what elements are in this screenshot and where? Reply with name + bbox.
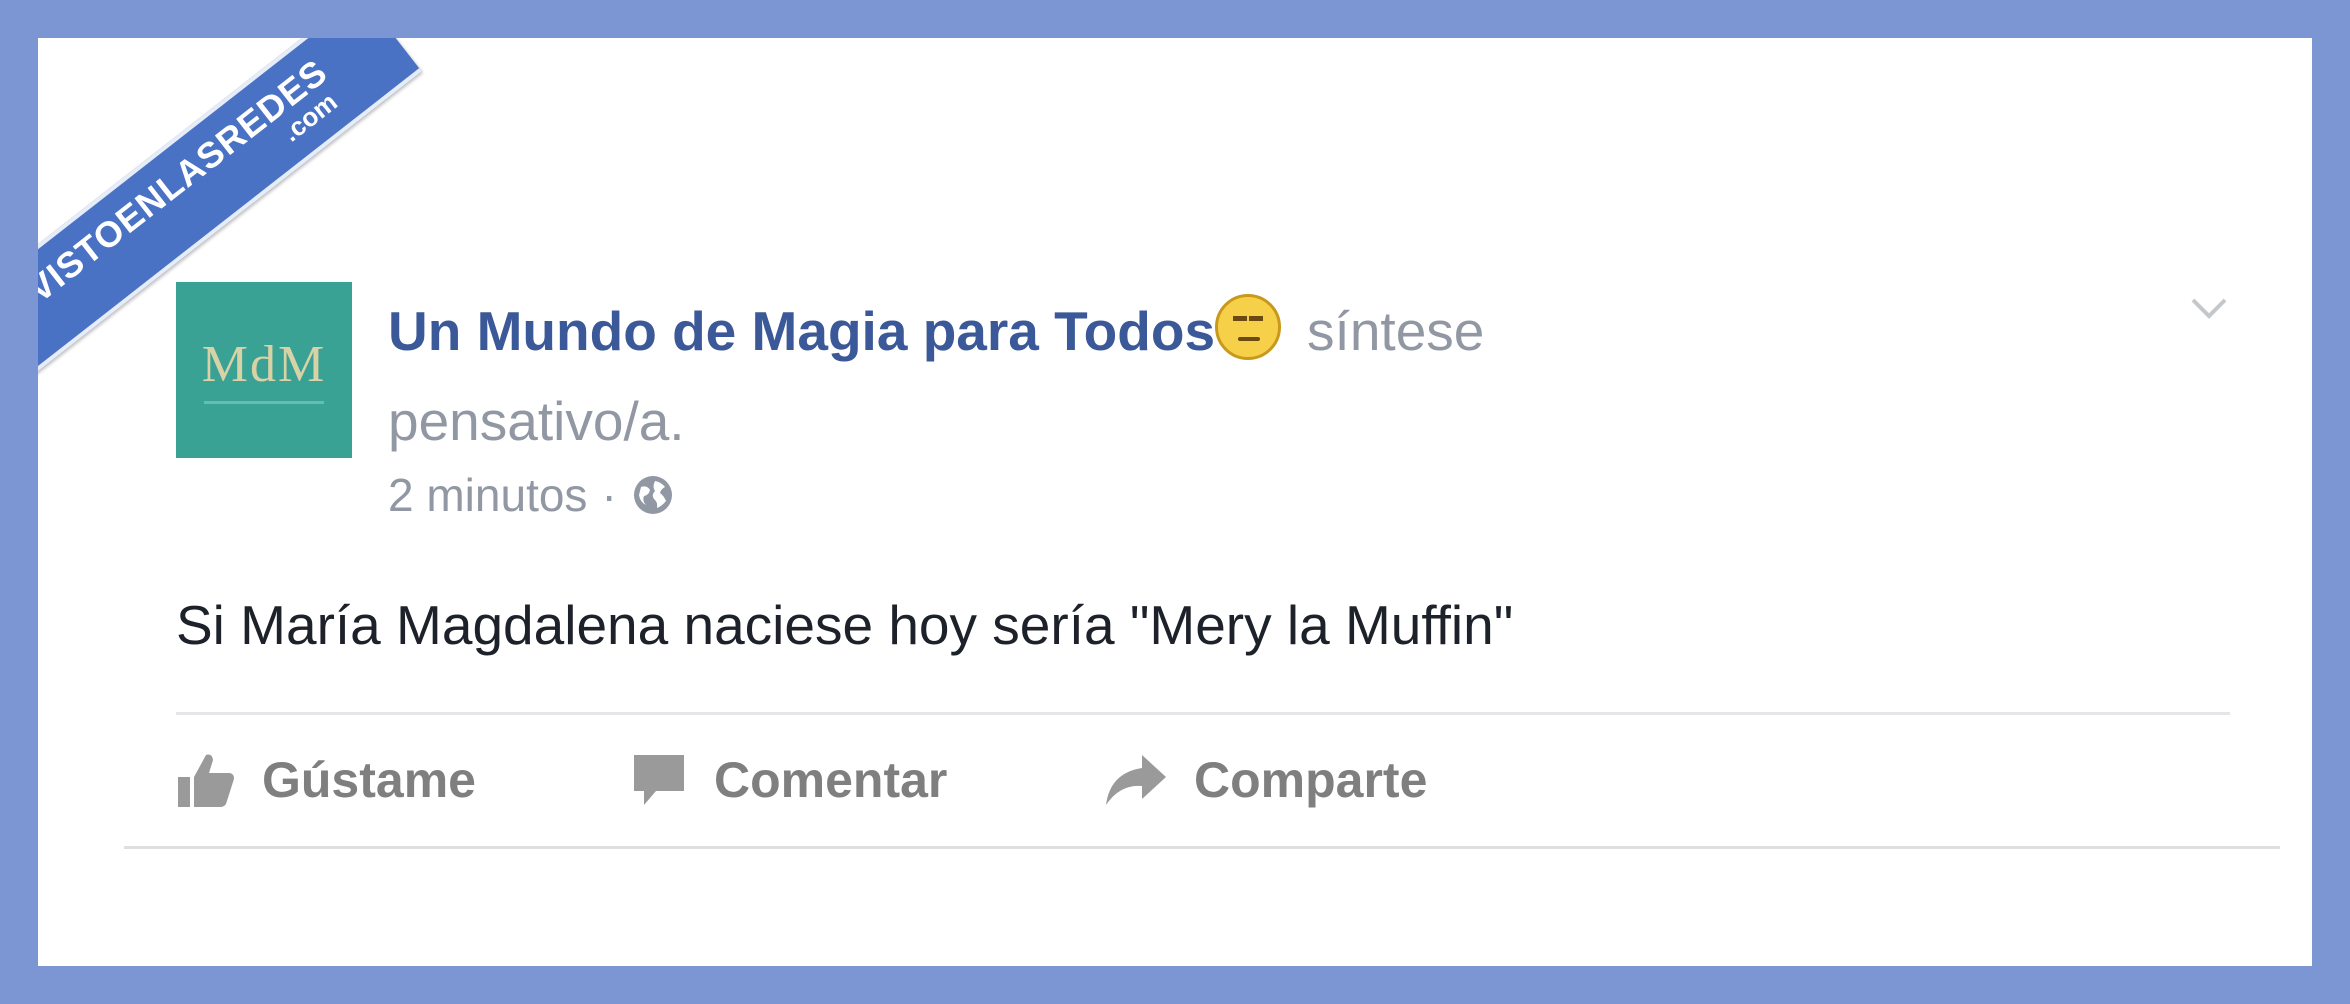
thumbs-up-icon bbox=[178, 754, 234, 807]
bottom-divider bbox=[124, 846, 2280, 849]
avatar-logo-line bbox=[204, 400, 324, 404]
meta-separator: · bbox=[601, 469, 617, 521]
share-arrow-icon bbox=[1106, 755, 1166, 805]
page-avatar[interactable]: MdM bbox=[176, 282, 352, 458]
actions-divider bbox=[176, 712, 2230, 715]
globe-icon[interactable] bbox=[631, 473, 675, 517]
avatar-logo-text: MdM bbox=[201, 335, 327, 393]
page-name-link[interactable]: Un Mundo de Magia para Todos bbox=[388, 300, 1215, 362]
post-actions: Gústame Comentar Comparte bbox=[176, 742, 1427, 818]
like-label: Gústame bbox=[262, 752, 476, 808]
share-label: Comparte bbox=[1194, 752, 1428, 808]
post-message: Si María Magdalena naciese hoy sería "Me… bbox=[176, 594, 1514, 656]
share-button[interactable]: Comparte bbox=[1104, 751, 1427, 809]
pensive-face-icon bbox=[1215, 294, 1282, 360]
post-meta: 2 minutos · bbox=[388, 460, 675, 530]
like-button[interactable]: Gústame bbox=[176, 751, 630, 809]
post-timestamp[interactable]: 2 minutos bbox=[388, 460, 587, 530]
post-card: VISTOENLASREDES .com MdM Un Mundo de Mag… bbox=[38, 38, 2312, 966]
post-header: Un Mundo de Magia para Todos síntese pens… bbox=[388, 286, 1738, 466]
comment-button[interactable]: Comentar bbox=[630, 751, 1104, 809]
chevron-down-icon[interactable] bbox=[2190, 294, 2228, 324]
comment-icon bbox=[634, 755, 684, 805]
comment-label: Comentar bbox=[714, 752, 948, 808]
